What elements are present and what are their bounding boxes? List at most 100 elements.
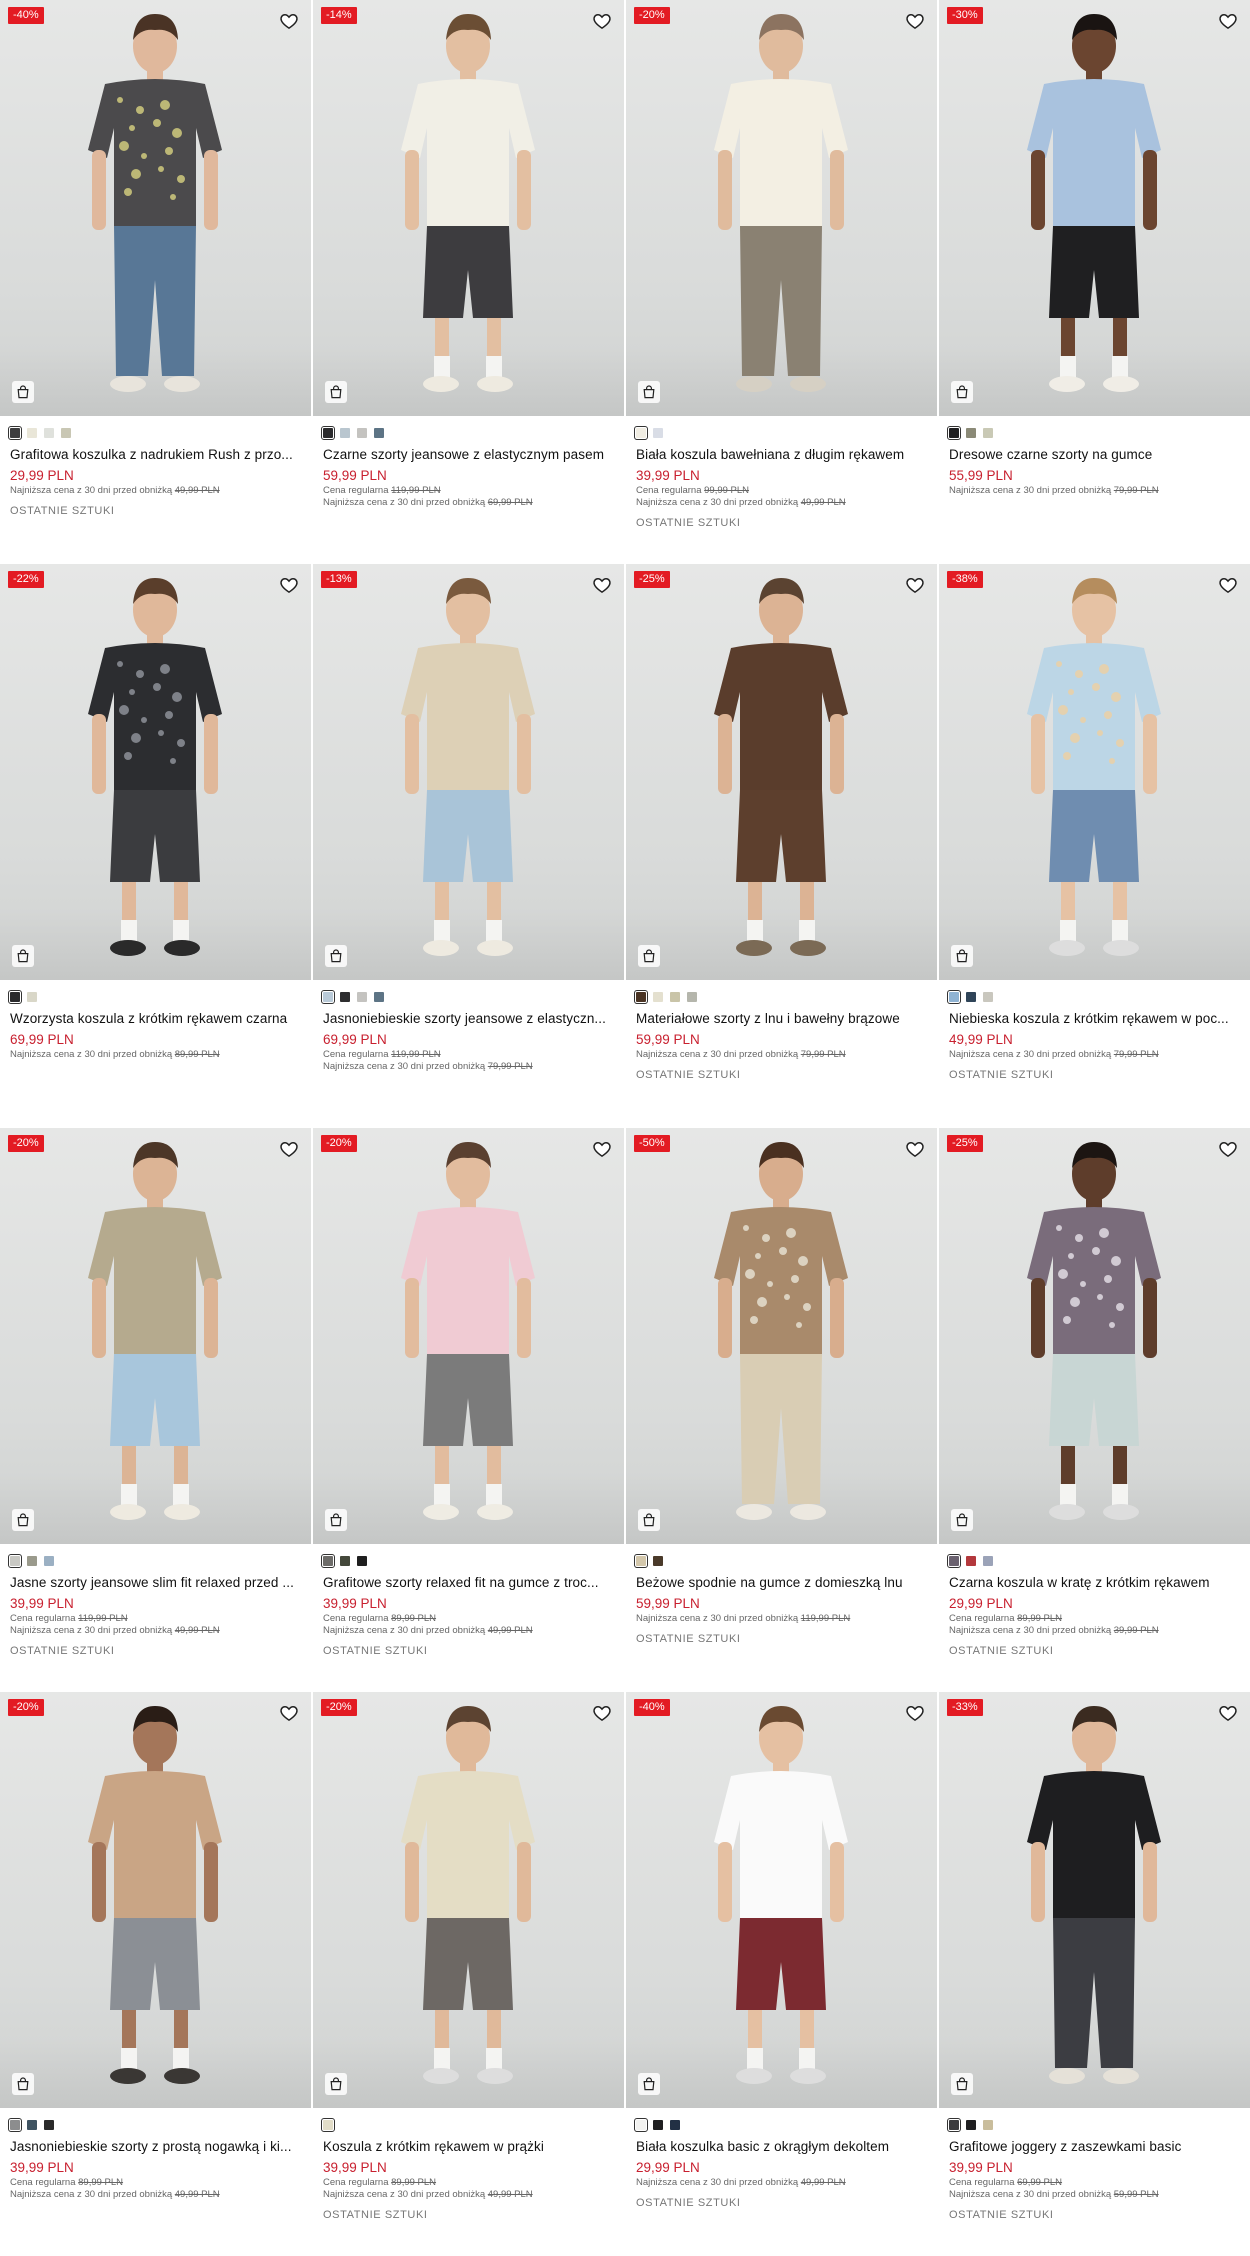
color-swatch[interactable]	[670, 2120, 680, 2130]
shopping-bag-icon[interactable]	[12, 1509, 34, 1531]
color-swatch[interactable]	[687, 992, 697, 1002]
color-swatch[interactable]	[8, 990, 22, 1004]
heart-icon[interactable]	[1218, 11, 1238, 31]
color-swatch[interactable]	[8, 426, 22, 440]
product-card[interactable]: -20% Koszula z krótkim rękawem w prążki …	[313, 1692, 624, 2256]
color-swatch[interactable]	[374, 992, 384, 1002]
color-swatch[interactable]	[340, 1556, 350, 1566]
color-swatch[interactable]	[357, 428, 367, 438]
product-card[interactable]: -33% Grafitowe joggery z zaszewkami basi…	[939, 1692, 1250, 2256]
color-swatch[interactable]	[634, 1554, 648, 1568]
color-swatch[interactable]	[966, 428, 976, 438]
heart-icon[interactable]	[905, 11, 925, 31]
shopping-bag-icon[interactable]	[638, 1509, 660, 1531]
color-swatch[interactable]	[947, 2118, 961, 2132]
product-photo[interactable]: -13%	[313, 564, 624, 980]
color-swatch[interactable]	[357, 1556, 367, 1566]
color-swatch[interactable]	[634, 2118, 648, 2132]
heart-icon[interactable]	[1218, 575, 1238, 595]
product-photo[interactable]: -40%	[626, 1692, 937, 2108]
product-name[interactable]: Wzorzysta koszula z krótkim rękawem czar…	[10, 1010, 301, 1028]
color-swatch[interactable]	[374, 428, 384, 438]
shopping-bag-icon[interactable]	[325, 945, 347, 967]
product-name[interactable]: Czarne szorty jeansowe z elastycznym pas…	[323, 446, 614, 464]
color-swatch[interactable]	[634, 426, 648, 440]
product-name[interactable]: Koszula z krótkim rękawem w prążki	[323, 2138, 614, 2156]
product-card[interactable]: -13% Jasnoniebieskie szorty jeansowe z e…	[313, 564, 624, 1128]
color-swatch[interactable]	[357, 992, 367, 1002]
shopping-bag-icon[interactable]	[951, 2073, 973, 2095]
heart-icon[interactable]	[592, 1139, 612, 1159]
product-name[interactable]: Dresowe czarne szorty na gumce	[949, 446, 1240, 464]
shopping-bag-icon[interactable]	[951, 381, 973, 403]
color-swatch[interactable]	[653, 1556, 663, 1566]
shopping-bag-icon[interactable]	[325, 1509, 347, 1531]
product-card[interactable]: -25% Czarna koszula w kratę z krótkim rę…	[939, 1128, 1250, 1692]
product-name[interactable]: Niebieska koszula z krótkim rękawem w po…	[949, 1010, 1240, 1028]
product-photo[interactable]: -20%	[626, 0, 937, 416]
heart-icon[interactable]	[279, 1703, 299, 1723]
product-name[interactable]: Grafitowe szorty relaxed fit na gumce z …	[323, 1574, 614, 1592]
color-swatch[interactable]	[653, 2120, 663, 2130]
product-card[interactable]: -14% Czarne szorty jeansowe z elastyczny…	[313, 0, 624, 564]
product-photo[interactable]: -40%	[0, 0, 311, 416]
color-swatch[interactable]	[947, 426, 961, 440]
color-swatch[interactable]	[321, 1554, 335, 1568]
color-swatch[interactable]	[8, 1554, 22, 1568]
shopping-bag-icon[interactable]	[638, 381, 660, 403]
color-swatch[interactable]	[947, 990, 961, 1004]
product-photo[interactable]: -20%	[0, 1128, 311, 1544]
product-name[interactable]: Grafitowa koszulka z nadrukiem Rush z pr…	[10, 446, 301, 464]
shopping-bag-icon[interactable]	[325, 381, 347, 403]
color-swatch[interactable]	[27, 428, 37, 438]
product-name[interactable]: Jasnoniebieskie szorty jeansowe z elasty…	[323, 1010, 614, 1028]
heart-icon[interactable]	[905, 1139, 925, 1159]
product-card[interactable]: -22% Wzorzysta koszula z krótkim rękawem…	[0, 564, 311, 1128]
heart-icon[interactable]	[905, 575, 925, 595]
product-card[interactable]: -50% Beżowe spodnie na gumce z domieszką…	[626, 1128, 937, 1692]
product-card[interactable]: -40% Biała koszulka basic z okrągłym dek…	[626, 1692, 937, 2256]
product-card[interactable]: -25% Materiałowe szorty z lnu i bawełny …	[626, 564, 937, 1128]
product-photo[interactable]: -25%	[626, 564, 937, 980]
product-card[interactable]: -20% Grafitowe szorty relaxed fit na gum…	[313, 1128, 624, 1692]
color-swatch[interactable]	[321, 426, 335, 440]
product-photo[interactable]: -20%	[0, 1692, 311, 2108]
heart-icon[interactable]	[905, 1703, 925, 1723]
product-card[interactable]: -38% Niebieska koszula z krótkim rękawem…	[939, 564, 1250, 1128]
shopping-bag-icon[interactable]	[638, 945, 660, 967]
shopping-bag-icon[interactable]	[12, 2073, 34, 2095]
product-photo[interactable]: -50%	[626, 1128, 937, 1544]
color-swatch[interactable]	[966, 1556, 976, 1566]
color-swatch[interactable]	[44, 1556, 54, 1566]
color-swatch[interactable]	[340, 428, 350, 438]
color-swatch[interactable]	[670, 992, 680, 1002]
product-photo[interactable]: -38%	[939, 564, 1250, 980]
product-photo[interactable]: -30%	[939, 0, 1250, 416]
color-swatch[interactable]	[44, 2120, 54, 2130]
heart-icon[interactable]	[1218, 1139, 1238, 1159]
heart-icon[interactable]	[592, 575, 612, 595]
product-card[interactable]: -40% Grafitowa koszulka z nadrukiem Rush…	[0, 0, 311, 564]
product-card[interactable]: -30% Dresowe czarne szorty na gumce 55,9…	[939, 0, 1250, 564]
color-swatch[interactable]	[27, 1556, 37, 1566]
product-photo[interactable]: -14%	[313, 0, 624, 416]
product-card[interactable]: -20% Jasnoniebieskie szorty z prostą nog…	[0, 1692, 311, 2256]
color-swatch[interactable]	[966, 992, 976, 1002]
product-photo[interactable]: -33%	[939, 1692, 1250, 2108]
shopping-bag-icon[interactable]	[951, 1509, 973, 1531]
product-name[interactable]: Jasne szorty jeansowe slim fit relaxed p…	[10, 1574, 301, 1592]
color-swatch[interactable]	[8, 2118, 22, 2132]
heart-icon[interactable]	[1218, 1703, 1238, 1723]
product-photo[interactable]: -22%	[0, 564, 311, 980]
heart-icon[interactable]	[592, 11, 612, 31]
color-swatch[interactable]	[321, 2118, 335, 2132]
shopping-bag-icon[interactable]	[12, 945, 34, 967]
product-name[interactable]: Czarna koszula w kratę z krótkim rękawem	[949, 1574, 1240, 1592]
shopping-bag-icon[interactable]	[951, 945, 973, 967]
color-swatch[interactable]	[340, 992, 350, 1002]
product-name[interactable]: Grafitowe joggery z zaszewkami basic	[949, 2138, 1240, 2156]
color-swatch[interactable]	[983, 992, 993, 1002]
color-swatch[interactable]	[321, 990, 335, 1004]
product-card[interactable]: -20% Biała koszula bawełniana z długim r…	[626, 0, 937, 564]
color-swatch[interactable]	[44, 428, 54, 438]
